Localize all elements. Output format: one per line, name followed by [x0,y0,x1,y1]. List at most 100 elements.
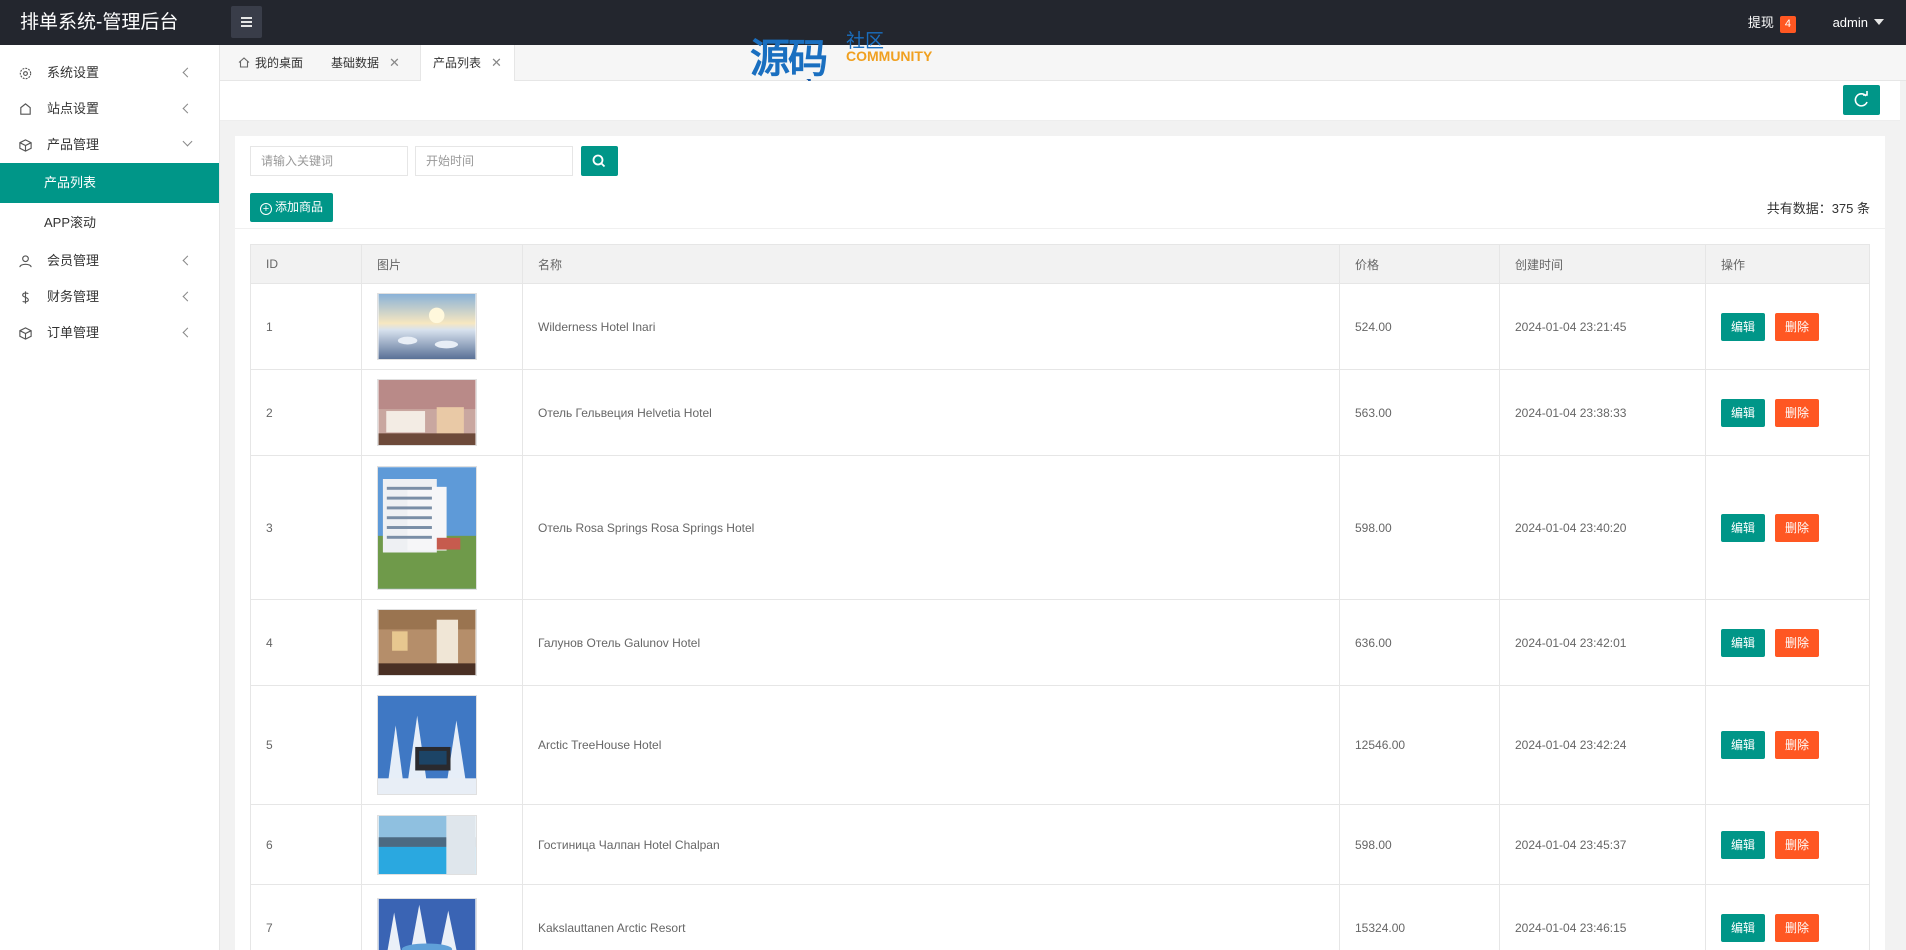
delete-button[interactable]: 删除 [1775,731,1820,759]
withdraw-badge: 4 [1779,16,1796,33]
refresh-icon [1854,91,1868,107]
sidebar-item-product-management[interactable]: 产品管理 [0,127,219,163]
column-header-name: 名称 [522,244,1340,284]
cell-created: 2024-01-04 23:21:45 [1499,283,1706,370]
cell-created: 2024-01-04 23:42:24 [1499,685,1706,805]
cell-name: Гостиница Чалпан Hotel Chalpan [522,804,1340,885]
cell-created: 2024-01-04 23:45:37 [1499,804,1706,885]
cell-price: 563.00 [1339,369,1500,456]
sidebar-item-order-management[interactable]: 订单管理 [0,315,219,351]
box-icon [19,139,32,152]
top-header: 排单系统-管理后台 提现 4 admin [0,0,1906,45]
refresh-bar [220,81,1900,121]
content-card: 请输入关键词 开始时间 + 添加商品 共有数据：375 条 ID 图片 名称 价格… [235,136,1885,950]
tab-product-list[interactable]: 产品列表 ✕ [420,45,515,82]
cell-id: 3 [250,455,362,600]
product-image [377,379,477,446]
column-header-price: 价格 [1339,244,1500,284]
delete-button[interactable]: 删除 [1775,830,1820,859]
tab-desktop[interactable]: 我的桌面 [226,45,315,81]
product-image [377,897,477,950]
edit-button[interactable]: 编辑 [1721,830,1766,859]
delete-button[interactable]: 删除 [1775,913,1820,942]
close-icon[interactable]: ✕ [389,45,400,81]
cell-price: 524.00 [1339,283,1500,370]
product-image [377,465,477,590]
cell-name: Галунов Отель Galunov Hotel [522,599,1340,686]
edit-button[interactable]: 编辑 [1721,913,1766,942]
refresh-button[interactable] [1843,85,1880,115]
cell-price: 636.00 [1339,599,1500,686]
cell-name: Отель Rosa Springs Rosa Springs Hotel [522,455,1340,600]
edit-button[interactable]: 编辑 [1721,731,1766,759]
product-image [377,293,477,360]
table-row: 2 Отель Гельвеция Helvetia Hotel 563.00 … [250,369,1870,456]
edit-button[interactable]: 编辑 [1721,312,1766,341]
table-row: 3 Отель Rosa Springs Rosa Springs Hotel … [250,455,1870,600]
column-header-id: ID [250,244,362,284]
cell-id: 4 [250,599,362,686]
sidebar-item-finance-management[interactable]: 财务管理 [0,279,219,315]
cell-id: 7 [250,884,362,950]
search-icon [592,154,606,168]
user-name: admin [1832,15,1868,30]
cell-price: 598.00 [1339,455,1500,600]
user-icon [19,255,32,268]
cell-id: 1 [250,283,362,370]
gear-icon [19,67,32,80]
sidebar-item-app-scroll[interactable]: APP滚动 [0,203,219,243]
cell-id: 2 [250,369,362,456]
chevron-down-icon [182,136,193,147]
dollar-icon [22,291,29,304]
add-product-button[interactable]: + 添加商品 [250,193,334,222]
edit-button[interactable]: 编辑 [1721,398,1766,427]
delete-button[interactable]: 删除 [1775,513,1820,542]
user-menu[interactable]: admin [1833,0,1884,45]
sidebar-item-product-list[interactable]: 产品列表 [0,163,219,203]
table-row: 1 Wilderness Hotel Inari 524.00 2024-01-… [250,283,1870,370]
column-header-image: 图片 [361,244,523,284]
cell-price: 15324.00 [1339,884,1500,950]
withdraw-link[interactable]: 提现 4 [1748,0,1796,45]
sidebar: 系统设置 站点设置 产品管理 产品列表 APP滚动 会员管理 财务管理 订单管理 [0,45,220,950]
cell-name: Wilderness Hotel Inari [522,283,1340,370]
column-header-actions: 操作 [1705,244,1870,284]
table-header-row: ID 图片 名称 价格 创建时间 操作 [250,244,1870,284]
cell-name: Arctic TreeHouse Hotel [522,685,1340,805]
chevron-left-icon [182,103,193,114]
sidebar-item-site-settings[interactable]: 站点设置 [0,91,219,127]
sidebar-item-member-management[interactable]: 会员管理 [0,243,219,279]
product-image [377,695,477,795]
tab-basic-data[interactable]: 基础数据 ✕ [319,45,412,81]
menu-toggle-button[interactable] [231,6,262,38]
cell-name: Kakslauttanen Arctic Resort [522,884,1340,950]
delete-button[interactable]: 删除 [1775,628,1820,657]
order-icon [19,327,32,340]
edit-button[interactable]: 编辑 [1721,628,1766,657]
site-icon [20,103,31,115]
add-circle-icon: + [260,203,272,215]
caret-down-icon [1874,19,1884,25]
cell-price: 598.00 [1339,804,1500,885]
product-image [377,609,477,676]
product-image [377,814,477,875]
table-row: 6 Гостиница Чалпан Hotel Chalpan 598.00 … [250,804,1870,885]
menu-icon [241,17,252,19]
chevron-left-icon [182,327,193,338]
keyword-input[interactable]: 请输入关键词 [250,146,408,176]
sidebar-item-system-settings[interactable]: 系统设置 [0,55,219,91]
start-time-input[interactable]: 开始时间 [415,146,573,176]
close-icon[interactable]: ✕ [491,45,502,81]
product-table: ID 图片 名称 价格 创建时间 操作 1 Wilderness Hotel I… [250,244,1870,950]
table-row: 7 Kakslauttanen Arctic Resort 15324.00 2… [250,884,1870,950]
delete-button[interactable]: 删除 [1775,312,1820,341]
edit-button[interactable]: 编辑 [1721,513,1766,542]
cell-id: 5 [250,685,362,805]
cell-id: 6 [250,804,362,885]
total-count: 共有数据：375 条 [1766,201,1870,216]
cell-name: Отель Гельвеция Helvetia Hotel [522,369,1340,456]
delete-button[interactable]: 删除 [1775,398,1820,427]
app-title: 排单系统-管理后台 [20,12,179,33]
cell-created: 2024-01-04 23:42:01 [1499,599,1706,686]
search-button[interactable] [581,146,618,176]
